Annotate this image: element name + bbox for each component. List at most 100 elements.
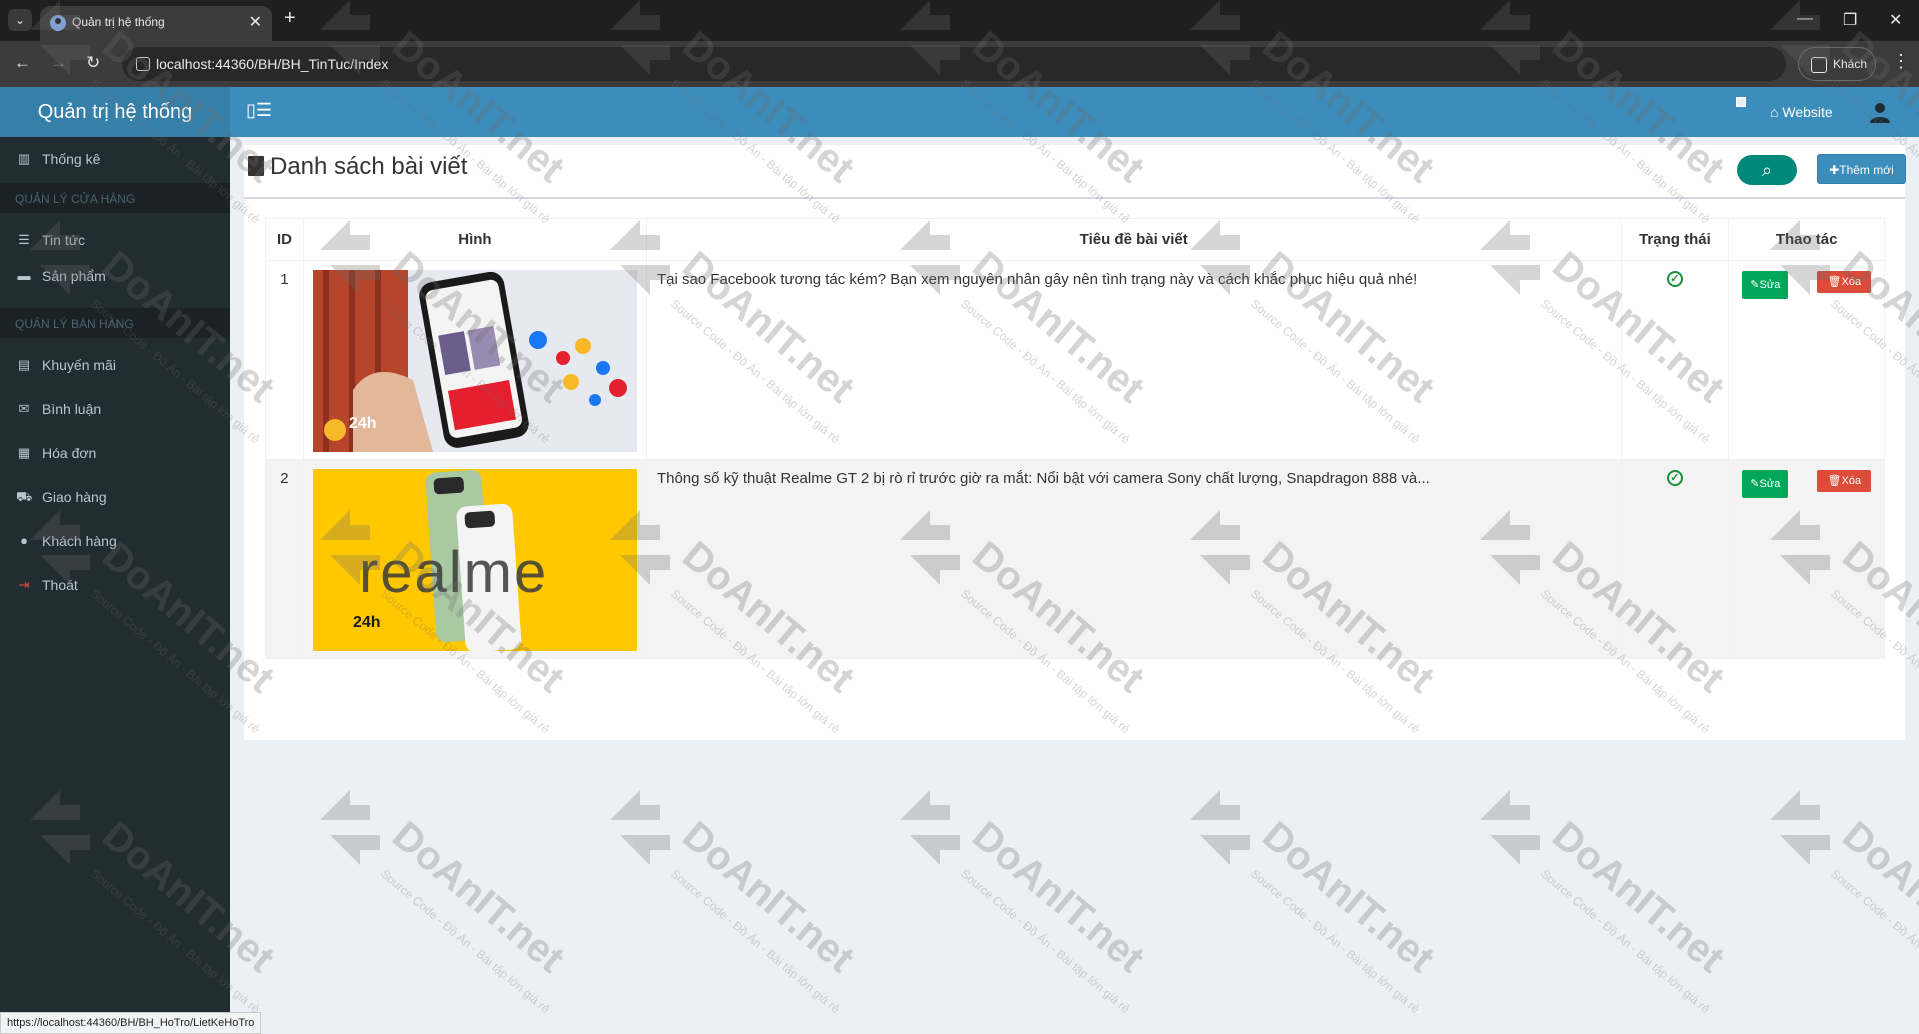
address-bar[interactable]: localhost:44360/BH/BH_TinTuc/Index (122, 47, 1786, 81)
website-label: Website (1782, 104, 1833, 120)
column-header: ID (265, 218, 304, 261)
svg-text:Source Code - Đồ Án - Bài tập: Source Code - Đồ Án - Bài tập lớn giá rẻ (1538, 866, 1713, 1017)
forward-icon[interactable]: → (50, 53, 67, 73)
sidebar-item-giao-hang[interactable]: ⛟ Giao hàng (0, 476, 230, 520)
sidebar-item-khuyen-mai[interactable]: ▤ Khuyến mãi (0, 344, 230, 388)
new-tab-button[interactable]: + (284, 7, 296, 30)
truck-icon: ⛟ (16, 489, 33, 504)
svg-text:Source Code - Đồ Án - Bài tập: Source Code - Đồ Án - Bài tập lớn giá rẻ (1248, 866, 1423, 1017)
url-text: localhost:44360/BH/BH_TinTuc/Index (156, 56, 389, 72)
table-header-row: ID Hình Tiêu đề bài viết Trạng thái Thao… (265, 218, 1885, 261)
list-icon: ☰ (18, 232, 30, 247)
browser-tab[interactable]: Quản trị hệ thống ✕ (40, 6, 272, 41)
watermark-logo: DoAnIT.netSource Code - Đồ Án - Bài tập … (900, 790, 1153, 1016)
profile-button[interactable]: Khách (1798, 47, 1876, 81)
row-actions: ✎Sửa 🗑Xóa (1728, 459, 1885, 659)
column-header: Thao tác (1728, 218, 1885, 261)
svg-text:Source Code - Đồ Án - Bài tập: Source Code - Đồ Án - Bài tập lớn giá rẻ (958, 866, 1133, 1017)
notification-icon[interactable] (1736, 97, 1746, 107)
column-header: Trạng thái (1620, 218, 1730, 261)
sidebar-item-label: Thoát (42, 577, 78, 593)
book-icon (248, 156, 264, 176)
edit-icon: ✎ (1750, 478, 1760, 490)
app-logo[interactable]: Quản trị hệ thống (0, 87, 230, 137)
maximize-icon[interactable]: ❐ (1843, 10, 1857, 30)
sidebar-item-khach-hang[interactable]: ● Khách hàng (0, 520, 230, 564)
minimize-icon[interactable]: — (1797, 10, 1813, 28)
sidebar-toggle-icon[interactable]: ▯☰ (246, 100, 272, 121)
plus-icon: ✚ (1829, 163, 1840, 177)
article-thumbnail[interactable]: realme 24h (312, 469, 637, 651)
trash-icon: 🗑 (1827, 475, 1842, 487)
browser-toolbar: ← → ↻ localhost:44360/BH/BH_TinTuc/Index… (0, 41, 1919, 87)
column-header: Tiêu đề bài viết (645, 218, 1622, 261)
watermark-logo: DoAnIT.netSource Code - Đồ Án - Bài tập … (320, 790, 573, 1016)
svg-text:Source Code - Đồ Án - Bài tập: Source Code - Đồ Án - Bài tập lớn giá rẻ (668, 866, 843, 1017)
table-row: 1 24h Tại sao Facebook tương tác kém? Bạ… (265, 260, 1885, 460)
sidebar-item-label: Tin tức (42, 232, 86, 248)
row-status: ✓ (1620, 459, 1730, 659)
edit-label: Sửa (1759, 478, 1781, 490)
app-header: Quản trị hệ thống ▯☰ ⌂ Website (0, 87, 1919, 137)
sidebar-item-hoa-don[interactable]: ▦ Hóa đơn (0, 432, 230, 476)
svg-text:DoAnIT.net: DoAnIT.net (1254, 813, 1442, 981)
calendar-check-icon: ▦ (17, 445, 31, 460)
sidebar-item-san-pham[interactable]: ▬ Sản phẩm (0, 255, 230, 299)
row-status: ✓ (1620, 260, 1730, 460)
tab-search-button[interactable]: ⌄ (8, 9, 32, 31)
add-new-label: Thêm mới (1839, 163, 1894, 177)
thumbnail-badge: 24h (348, 415, 377, 432)
svg-text:Source Code - Đồ Án - Bài tập: Source Code - Đồ Án - Bài tập lớn giá rẻ (1828, 866, 1919, 1017)
sidebar: ▥ Thống kê QUẢN LÝ CỬA HÀNG ☰ Tin tức ▬ … (0, 137, 230, 1034)
search-button[interactable]: ⌕ (1737, 155, 1797, 185)
close-window-icon[interactable]: ✕ (1889, 10, 1902, 30)
delete-button[interactable]: 🗑Xóa (1817, 470, 1872, 492)
check-circle-icon: ✓ (1666, 271, 1683, 287)
trash-icon: 🗑 (1827, 276, 1842, 288)
edit-button[interactable]: ✎Sửa (1742, 470, 1789, 498)
row-title: Thông số kỹ thuật Realme GT 2 bị rò rỉ t… (645, 459, 1622, 659)
sidebar-item-label: Sản phẩm (42, 268, 106, 284)
articles-table: ID Hình Tiêu đề bài viết Trạng thái Thao… (265, 218, 1885, 659)
delete-label: Xóa (1841, 475, 1862, 487)
website-link[interactable]: ⌂ Website (1770, 104, 1833, 120)
home-icon: ⌂ (1770, 104, 1779, 120)
user-avatar-icon[interactable] (1868, 100, 1892, 124)
sidebar-item-thoat[interactable]: ⇥ Thoát (0, 564, 230, 608)
sidebar-item-label: Khách hàng (42, 533, 117, 549)
page-title-text: Danh sách bài viết (270, 153, 468, 180)
sidebar-section-header: QUẢN LÝ BÁN HÀNG (0, 308, 230, 338)
article-thumbnail[interactable]: 24h (312, 270, 637, 452)
delete-button[interactable]: 🗑Xóa (1817, 271, 1872, 293)
row-image-cell: realme 24h (302, 459, 647, 659)
add-new-button[interactable]: ✚Thêm mới (1817, 154, 1906, 184)
tab-title: Quản trị hệ thống (72, 15, 165, 29)
table-row: 2 realme 24h Thông số kỹ thuật Realme GT… (265, 459, 1885, 659)
watermark-logo: DoAnIT.netSource Code - Đồ Án - Bài tập … (1190, 790, 1443, 1016)
svg-text:DoAnIT.net: DoAnIT.net (674, 813, 862, 981)
sidebar-item-thong-ke[interactable]: ▥ Thống kê (0, 138, 230, 182)
row-id: 1 (265, 260, 304, 460)
reload-icon[interactable]: ↻ (86, 53, 100, 73)
svg-text:DoAnIT.net: DoAnIT.net (384, 813, 572, 981)
tab-close-icon[interactable]: ✕ (249, 12, 262, 32)
sidebar-item-label: Khuyến mãi (42, 357, 116, 373)
sign-out-icon: ⇥ (18, 577, 30, 592)
sidebar-item-binh-luan[interactable]: ✉ Bình luận (0, 388, 230, 432)
watermark-logo: DoAnIT.netSource Code - Đồ Án - Bài tập … (610, 790, 863, 1016)
row-actions: ✎Sửa 🗑Xóa (1728, 260, 1885, 460)
delete-label: Xóa (1841, 276, 1862, 288)
edit-button[interactable]: ✎Sửa (1742, 271, 1789, 299)
back-icon[interactable]: ← (14, 53, 31, 73)
tab-favicon-icon (50, 15, 66, 31)
sidebar-section-header: QUẢN LÝ CỬA HÀNG (0, 183, 230, 213)
svg-text:DoAnIT.net: DoAnIT.net (1834, 813, 1919, 981)
site-info-icon[interactable] (136, 57, 150, 71)
svg-text:DoAnIT.net: DoAnIT.net (964, 813, 1152, 981)
column-header: Hình (302, 218, 647, 261)
svg-text:DoAnIT.net: DoAnIT.net (1544, 813, 1732, 981)
watermark-logo: DoAnIT.netSource Code - Đồ Án - Bài tập … (1770, 790, 1919, 1016)
status-bar-url: https://localhost:44360/BH/BH_HoTro/Liet… (0, 1012, 262, 1034)
browser-menu-icon[interactable]: ⋮ (1892, 51, 1910, 72)
thumbnail-badge: 24h (352, 614, 381, 631)
